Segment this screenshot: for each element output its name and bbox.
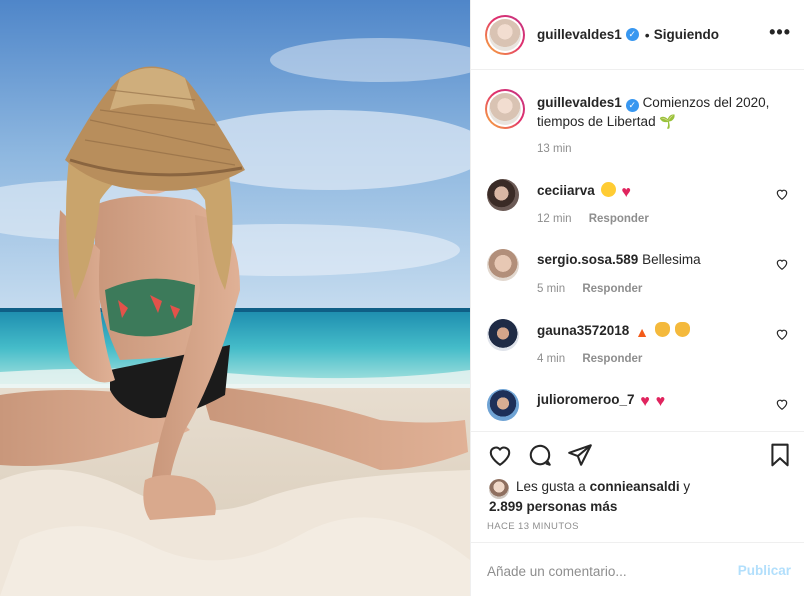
likes-prefix: Les gusta a [516,479,586,494]
liker-avatar[interactable] [489,479,509,499]
share-icon[interactable] [567,442,593,468]
reply-button[interactable]: Responder [582,353,642,365]
comment-meta: 12 min Responder [537,213,649,225]
commenter-avatar[interactable] [487,319,519,351]
comment-item: ceciiarva ♥ 12 min Responder [485,179,791,235]
comment-like-icon[interactable] [775,187,789,201]
commenter-username[interactable]: ceciiarva [537,183,595,198]
caption-text: guillevaldes1 ✓ Comienzos del 2020, tiemp… [537,93,787,131]
comment-item: sergio.sosa.589 Bellesima 5 min Responde… [485,249,791,305]
heart-emoji-icon: ♥ [640,393,650,410]
post-timestamp[interactable]: HACE 13 MINUTOS [487,521,579,532]
publish-button[interactable]: Publicar [738,563,791,578]
comment-text: sergio.sosa.589 Bellesima [537,252,701,267]
comment-meta: 4 min Responder [537,353,642,365]
comment-body: Bellesima [642,252,701,267]
post-side-panel: guillevaldes1 ✓ • Siguiendo ••• guilleva… [470,0,804,596]
commenter-avatar[interactable] [487,389,519,421]
comment-like-icon[interactable] [775,397,789,411]
comment-item: julioromeroo_7 ♥ ♥ [485,389,791,431]
beach-photo-illustration [0,0,470,596]
author-username[interactable]: guillevaldes1 [537,27,622,42]
likes-joiner: y [683,479,691,494]
seedling-emoji-icon: 🌱 [659,114,677,129]
commenter-username[interactable]: sergio.sosa.589 [537,252,638,267]
post-photo[interactable] [0,0,470,596]
commenter-username[interactable]: gauna3572018 [537,323,629,338]
like-icon[interactable] [487,442,513,468]
comment-icon[interactable] [527,442,553,468]
post-header: guillevaldes1 ✓ • Siguiendo ••• [471,0,804,70]
comment-meta: 5 min Responder [537,283,642,295]
comment-time: 5 min [537,283,566,295]
add-comment-form: Publicar [471,542,804,596]
commenter-avatar[interactable] [487,249,519,281]
fire-emoji-icon: ▲ [635,324,649,340]
comments-list[interactable]: guillevaldes1 ✓ Comienzos del 2020, tiemp… [471,71,804,431]
likes-count-link[interactable]: 2.899 personas más [489,499,617,514]
author-avatar[interactable] [485,14,525,55]
more-options-icon[interactable]: ••• [769,22,791,43]
comment-time: 4 min [537,353,566,365]
comment-text: gauna3572018 ▲ [537,322,691,340]
reply-button[interactable]: Responder [582,283,642,295]
comment-time: 12 min [537,213,572,225]
comment-like-icon[interactable] [775,257,789,271]
heart-emoji-icon: ♥ [655,393,666,410]
star-struck-emoji-icon [600,182,616,197]
caption-username[interactable]: guillevaldes1 [537,95,622,110]
comment-like-icon[interactable] [775,327,789,341]
caption-time: 13 min [537,143,572,155]
verified-icon: ✓ [625,28,639,41]
verified-icon: ✓ [625,99,639,112]
comment-text: ceciiarva ♥ [537,182,631,201]
caption-avatar[interactable] [485,89,525,129]
red-heart-emoji-icon: ♥ [621,184,631,201]
clapping-hands-emoji-icon [654,322,670,337]
clapping-hands-emoji-icon [675,322,691,337]
commenter-username[interactable]: julioromeroo_7 [537,392,635,407]
separator-dot: • [644,26,650,43]
liker-username[interactable]: connieansaldi [590,479,680,494]
comment-text: julioromeroo_7 ♥ ♥ [537,392,666,410]
following-button[interactable]: Siguiendo [654,27,719,42]
comment-input[interactable] [487,561,717,581]
post-actions: Les gusta a connieansaldi y 2.899 person… [471,431,804,541]
commenter-avatar[interactable] [487,179,519,211]
save-icon[interactable] [767,442,793,468]
comment-item: gauna3572018 ▲ 4 min Responder [485,319,791,375]
reply-button[interactable]: Responder [589,213,649,225]
